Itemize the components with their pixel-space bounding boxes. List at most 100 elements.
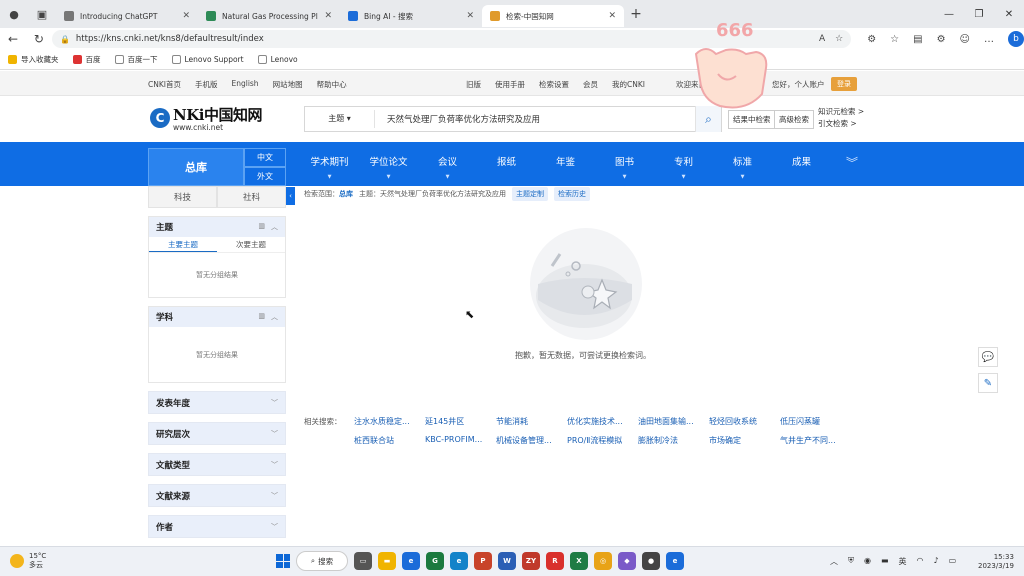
link-mobile[interactable]: 手机版 [195, 79, 218, 90]
related-search-item[interactable]: KBC-PROFIM... [425, 435, 496, 446]
facet-doc-type[interactable]: 文献类型 ﹀ [148, 453, 286, 476]
volume-icon[interactable]: ♪ [934, 556, 939, 567]
nav-newspaper[interactable]: 报纸 [477, 142, 536, 186]
link-manual[interactable]: 使用手册 [495, 79, 525, 90]
advanced-search-button[interactable]: 高级检索 [774, 110, 814, 129]
chart-icon[interactable]: ▥ [258, 222, 265, 232]
browser-tab-chatgpt[interactable]: Introducing ChatGPT ✕ [56, 5, 198, 27]
close-tab-icon[interactable]: ✕ [324, 11, 332, 21]
related-search-item[interactable]: 市场确定 [709, 435, 780, 446]
related-search-item[interactable]: PRO/Ⅱ流程模拟 [567, 435, 638, 446]
bookmark-baidu-search[interactable]: 百度一下 [114, 54, 158, 65]
file-explorer-icon[interactable]: ▬ [378, 552, 396, 570]
related-search-item[interactable]: 优化实施技术... [567, 416, 638, 427]
facet-research-level[interactable]: 研究层次 ﹀ [148, 422, 286, 445]
user-icon[interactable]: ☺ [960, 34, 970, 45]
windows-start-icon[interactable] [276, 554, 290, 568]
link-cnki-home[interactable]: CNKI首页 [148, 79, 181, 90]
related-search-item[interactable]: 桩西联合站 [354, 435, 425, 446]
word-icon[interactable]: W [498, 552, 516, 570]
browser-tab-bing[interactable]: Bing AI - 搜索 ✕ [340, 5, 482, 27]
nav-conference[interactable]: 会议 ▼ [418, 142, 477, 186]
maximize-icon[interactable]: ❐ [964, 9, 994, 20]
excel-icon[interactable]: X [570, 552, 588, 570]
expand-nav-icon[interactable]: ︾ [846, 154, 858, 171]
tab-zongku[interactable]: 总库 [148, 148, 244, 186]
link-old-version[interactable]: 旧版 [466, 79, 481, 90]
related-search-item[interactable]: 低压闪蒸罐 [780, 416, 851, 427]
topic-subscribe-button[interactable]: 主题定制 [512, 187, 548, 201]
related-search-item[interactable]: 节能消耗 [496, 416, 567, 427]
related-search-item[interactable]: 气井生产不同... [780, 435, 851, 446]
user-account-link[interactable]: 您好，个人账户 [772, 79, 825, 90]
close-tab-icon[interactable]: ✕ [466, 11, 474, 21]
edge-browser-icon[interactable]: e [450, 552, 468, 570]
bookmark-baidu[interactable]: 百度 [72, 54, 101, 65]
knowledge-search-link[interactable]: 知识元检索 > [818, 106, 864, 118]
task-view-icon[interactable]: ▭ [354, 552, 372, 570]
facet-author[interactable]: 作者 ﹀ [148, 515, 286, 538]
search-field-select[interactable]: 主题 ▾ [305, 110, 375, 128]
powerpoint-icon[interactable]: P [474, 552, 492, 570]
purple-app-icon[interactable]: ◆ [618, 552, 636, 570]
related-search-item[interactable]: 延145井区 [425, 416, 496, 427]
close-tab-icon[interactable]: ✕ [608, 11, 616, 21]
nav-books[interactable]: 图书 ▼ [595, 142, 654, 186]
weather-widget[interactable]: 15°C 多云 [10, 552, 46, 570]
security-icon[interactable]: ⛨ [848, 556, 854, 567]
lang-chinese-button[interactable]: 中文 [244, 148, 286, 167]
citation-search-link[interactable]: 引文检索 > [818, 118, 864, 130]
facet-year[interactable]: 发表年度 ﹀ [148, 391, 286, 414]
related-search-item[interactable]: 轻烃回收系统 [709, 416, 780, 427]
new-tab-button[interactable]: + [624, 6, 648, 22]
favorites-icon[interactable]: ☆ [890, 34, 899, 45]
edit-pen-icon[interactable]: ✎ [978, 373, 998, 393]
browser-tab-natural-gas[interactable]: Natural Gas Processing Plant Loa ✕ [198, 5, 340, 27]
taskbar-clock[interactable]: 15:33 2023/3/19 [978, 553, 1014, 571]
chat-icon[interactable]: ◉ [864, 556, 871, 567]
search-input[interactable]: 天然气处理厂负荷率优化方法研究及应用 [375, 113, 695, 125]
cnki-logo[interactable]: C NKi中国知网 www.cnki.net [150, 104, 262, 132]
link-member[interactable]: 会员 [583, 79, 598, 90]
minimize-icon[interactable]: — [934, 9, 964, 20]
nav-achievements[interactable]: 成果 [772, 142, 831, 186]
nav-yearbook[interactable]: 年鉴 [536, 142, 595, 186]
login-button[interactable]: 登录 [831, 77, 857, 91]
red-app-icon[interactable]: R [546, 552, 564, 570]
facet-source[interactable]: 文献来源 ﹀ [148, 484, 286, 507]
tab-main-topic[interactable]: 主要主题 [149, 237, 217, 252]
related-search-item[interactable]: 膨胀制冷法 [638, 435, 709, 446]
search-history-button[interactable]: 检索历史 [554, 187, 590, 201]
related-search-item[interactable]: 机械设备管理... [496, 435, 567, 446]
chart-icon[interactable]: ▥ [258, 312, 265, 322]
collapse-icon[interactable]: ︿ [271, 312, 278, 322]
app-dark-icon[interactable]: ● [642, 552, 660, 570]
favorite-star-icon[interactable]: ☆ [835, 34, 843, 44]
refresh-icon[interactable]: ↻ [26, 32, 52, 46]
link-my-cnki[interactable]: 我的CNKI [612, 79, 645, 90]
chrome-icon[interactable]: ◎ [594, 552, 612, 570]
nav-standards[interactable]: 标准 ▼ [713, 142, 772, 186]
feedback-icon[interactable]: 💬 [978, 347, 998, 367]
edge-active-icon[interactable]: e [666, 552, 684, 570]
nav-patents[interactable]: 专利 ▼ [654, 142, 713, 186]
link-english[interactable]: English [231, 79, 258, 90]
nav-journals[interactable]: 学术期刊 ▼ [300, 142, 359, 186]
taskbar-search[interactable]: ⌕ 搜索 [296, 551, 348, 571]
edge-icon[interactable]: e [402, 552, 420, 570]
wifi-icon[interactable]: ◠ [917, 556, 924, 567]
bookmark-import[interactable]: 导入收藏夹 [8, 54, 59, 65]
collapse-sidebar-icon[interactable]: ‹ [286, 187, 295, 205]
bookmark-lenovo-support[interactable]: Lenovo Support [171, 55, 244, 64]
close-window-icon[interactable]: ✕ [994, 9, 1024, 20]
browser-tab-cnki[interactable]: 检索-中国知网 ✕ [482, 5, 624, 27]
read-aloud-icon[interactable]: A [819, 34, 825, 44]
profile-icon[interactable]: ● [0, 0, 28, 28]
related-search-item[interactable]: 注水水质稳定... [354, 416, 425, 427]
back-icon[interactable]: ← [0, 32, 26, 46]
link-help[interactable]: 帮助中心 [317, 79, 347, 90]
tab-science[interactable]: 科技 [148, 186, 217, 208]
tab-social-science[interactable]: 社科 [217, 186, 286, 208]
more-icon[interactable]: … [984, 34, 994, 45]
settings-icon[interactable]: ⚙ [937, 34, 946, 45]
